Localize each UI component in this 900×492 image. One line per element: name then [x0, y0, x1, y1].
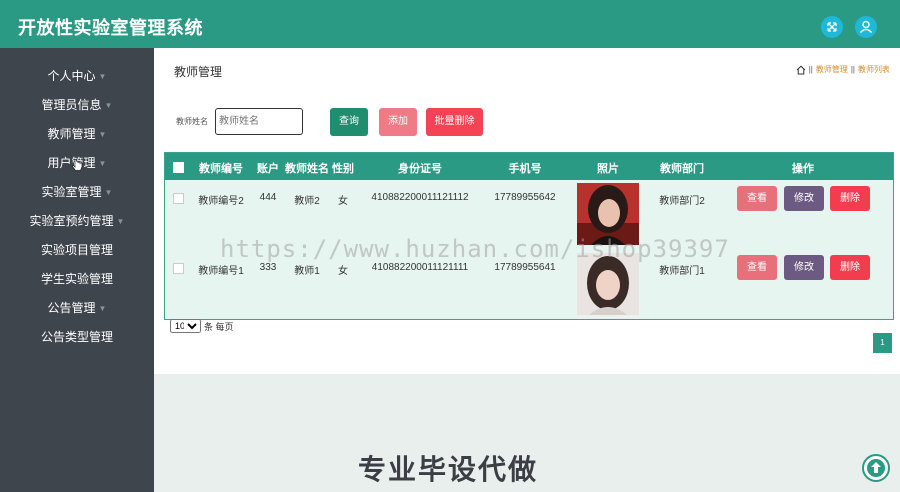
column-header: 教师姓名: [285, 163, 329, 175]
search-label: 教师姓名: [176, 117, 208, 126]
sidebar-item-notice-management[interactable]: 公告管理 ▼: [0, 298, 154, 318]
table-header: 教师编号 账户 教师姓名 性别 身份证号 手机号 照片 教师部门 操作: [165, 153, 893, 180]
delete-button[interactable]: 删除: [830, 255, 870, 280]
edit-button[interactable]: 修改: [784, 186, 824, 211]
arrow-up-icon: [867, 459, 885, 477]
breadcrumb-separator: ||: [808, 65, 813, 74]
view-button[interactable]: 查看: [737, 255, 777, 280]
sidebar-item-label: 实验项目管理: [40, 243, 113, 257]
sidebar-item-personal-center[interactable]: 个人中心 ▼: [0, 66, 154, 86]
add-button[interactable]: 添加: [379, 108, 417, 136]
cell-gender: 女: [338, 196, 348, 207]
fullscreen-icon[interactable]: [821, 16, 843, 38]
sidebar-item-lab-management[interactable]: 实验室管理 ▼: [0, 182, 154, 202]
edit-button[interactable]: 修改: [784, 255, 824, 280]
column-header: 教师部门: [660, 163, 704, 175]
page-title: 教师管理: [174, 65, 223, 79]
page-size-suffix: 条 每页: [204, 321, 234, 332]
row-checkbox[interactable]: [173, 193, 184, 204]
cell-teacher-id: 教师编号2: [198, 196, 244, 207]
sidebar-item-label: 实验室预约管理: [29, 214, 114, 228]
breadcrumb-teacher-list[interactable]: 教师列表: [858, 64, 890, 75]
sidebar-item-teacher-management[interactable]: 教师管理 ▼: [0, 124, 154, 144]
column-header: 身份证号: [398, 163, 442, 175]
cell-teacher-id: 教师编号1: [198, 266, 244, 277]
view-button[interactable]: 查看: [737, 186, 777, 211]
sidebar-item-label: 公告类型管理: [40, 330, 113, 344]
user-icon[interactable]: [855, 16, 877, 38]
breadcrumb: || 教师管理 || 教师列表: [796, 64, 890, 75]
cell-gender: 女: [338, 266, 348, 277]
scroll-to-top-button[interactable]: [862, 454, 890, 482]
column-header: 照片: [597, 163, 619, 175]
breadcrumb-separator: ||: [850, 65, 855, 74]
app-title: 开放性实验室管理系统: [18, 18, 203, 38]
caret-down-icon: ▼: [98, 304, 107, 313]
sidebar-item-user-management[interactable]: 用户管理 ▼: [0, 153, 154, 173]
cell-phone: 17789955641: [494, 262, 556, 273]
sidebar: 个人中心 ▼ 管理员信息 ▼ 教师管理 ▼ 用户管理 ▼ 实验室管理 ▼ 实验室预约管理 ▼…: [0, 48, 154, 492]
sidebar-item-student-experiment-management[interactable]: 学生实验管理: [0, 269, 154, 289]
cell-phone: 17789955642: [494, 192, 556, 203]
teacher-name-search-input[interactable]: [215, 108, 303, 135]
sidebar-item-lab-booking-management[interactable]: 实验室预约管理 ▼: [0, 211, 154, 231]
page-size-control: 10 条 每页: [170, 319, 234, 333]
column-header: 账户: [257, 163, 279, 175]
select-all-checkbox[interactable]: [173, 162, 184, 173]
sidebar-item-label: 学生实验管理: [40, 272, 113, 286]
page-number-button[interactable]: 1: [873, 333, 892, 353]
caret-down-icon: ▼: [98, 159, 107, 168]
cell-account: 333: [259, 262, 277, 273]
sidebar-item-label: 实验室管理: [41, 185, 102, 199]
mouse-pointer-icon: [72, 159, 83, 171]
sidebar-item-label: 公告管理: [47, 301, 96, 315]
cell-teacher-name: 教师1: [294, 266, 320, 277]
watermark-text: https://www.huzhan.com/ishop39397: [220, 235, 730, 263]
cell-teacher-name: 教师2: [294, 196, 320, 207]
breadcrumb-teacher-management[interactable]: 教师管理: [816, 64, 848, 75]
caret-down-icon: ▼: [116, 217, 125, 226]
cell-id-card: 410882200011121111: [371, 262, 469, 273]
column-header: 教师编号: [199, 163, 243, 175]
query-button[interactable]: 查询: [330, 108, 368, 136]
row-checkbox[interactable]: [173, 263, 184, 274]
sidebar-item-label: 个人中心: [47, 69, 96, 83]
column-header: 手机号: [508, 163, 542, 175]
sidebar-item-experiment-project-management[interactable]: 实验项目管理: [0, 240, 154, 260]
cell-id-card: 410882200011121112: [371, 192, 469, 203]
cell-account: 444: [259, 192, 277, 203]
column-header: 性别: [332, 163, 354, 175]
column-header: 操作: [792, 163, 814, 175]
cell-department: 教师部门1: [659, 266, 705, 277]
promo-text: 专业毕设代做: [358, 454, 539, 485]
home-icon[interactable]: [796, 65, 806, 75]
main-content: 教师管理 || 教师管理 || 教师列表 教师姓名 查询 添加 批量删除 教师编…: [154, 48, 900, 374]
sidebar-item-label: 管理员信息: [41, 98, 102, 112]
delete-button[interactable]: 删除: [830, 186, 870, 211]
caret-down-icon: ▼: [104, 188, 113, 197]
cell-department: 教师部门2: [659, 196, 705, 207]
top-header: 开放性实验室管理系统: [0, 0, 900, 48]
sidebar-item-admin-info[interactable]: 管理员信息 ▼: [0, 95, 154, 115]
caret-down-icon: ▼: [104, 101, 113, 110]
batch-delete-button[interactable]: 批量删除: [426, 108, 483, 136]
caret-down-icon: ▼: [98, 72, 107, 81]
sidebar-item-notice-type-management[interactable]: 公告类型管理: [0, 327, 154, 347]
sidebar-item-label: 教师管理: [47, 127, 96, 141]
page-size-select[interactable]: 10: [170, 319, 201, 333]
caret-down-icon: ▼: [98, 130, 107, 139]
